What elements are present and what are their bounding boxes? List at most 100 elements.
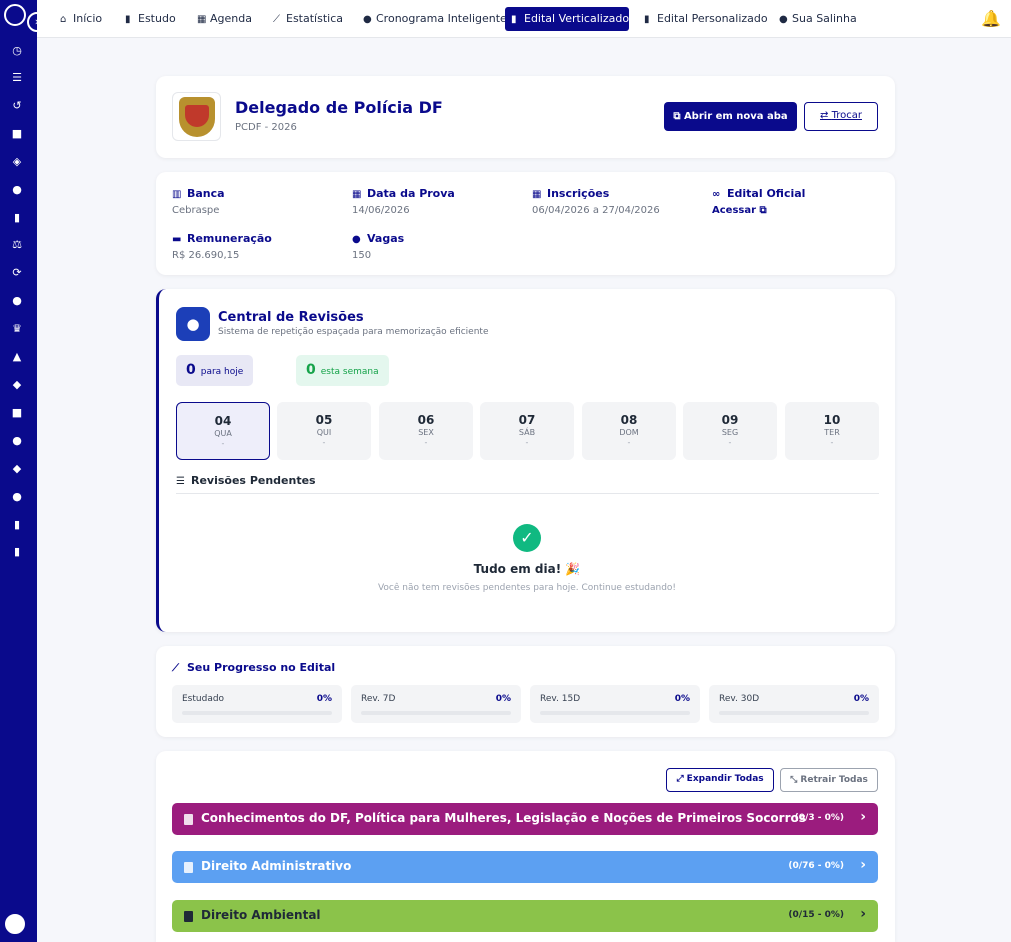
book-icon[interactable]: ▮	[10, 211, 24, 225]
users-icon: ●	[352, 234, 361, 245]
trophy-icon[interactable]: ♛	[10, 322, 24, 336]
chevron-right-icon: ›	[860, 906, 866, 922]
exam-info-card: ▥ Banca Cebraspe ▦ Data da Prova 14/06/202…	[156, 172, 895, 275]
expand-all-button[interactable]: ⤢ Expandir Todas	[666, 768, 774, 792]
calendar-check-icon: ▦	[532, 189, 542, 200]
progress-item: Rev. 30D 0%	[709, 685, 879, 723]
book-icon	[184, 911, 193, 922]
exam-header-card: Delegado de Polícia DF PCDF - 2026 ⧉ Abr…	[156, 76, 895, 158]
calendar-icon: ▦	[197, 14, 207, 25]
progress-bar	[361, 711, 511, 715]
bell-icon[interactable]: 🔔	[981, 10, 1001, 28]
layers-icon[interactable]: ◈	[10, 155, 24, 169]
chart-line-icon: ⟋	[172, 663, 179, 674]
bank-icon: ▥	[172, 189, 182, 200]
progress-bar	[719, 711, 869, 715]
today-count-badge: 0 para hoje	[176, 355, 254, 386]
brain-icon[interactable]: ●	[10, 183, 24, 197]
day-card[interactable]: 06 SEX -	[379, 402, 473, 460]
book-icon	[184, 862, 193, 873]
expand-icon: ⤢	[676, 774, 687, 784]
home-icon: ⌂	[60, 14, 67, 25]
info-remuneracao: ▬ Remuneração R$ 26.690,15	[172, 232, 272, 261]
collapse-icon: ⤡	[790, 775, 801, 785]
subjects-card: ⤢ Expandir Todas ⤡ Retrair Todas Conheci…	[156, 751, 895, 942]
progress-item: Rev. 15D 0%	[530, 685, 700, 723]
week-count-badge: 0 esta semana	[296, 355, 389, 386]
avatar[interactable]	[5, 914, 25, 934]
external-link-icon: ⧉	[759, 205, 767, 216]
page-subtitle: PCDF - 2026	[235, 122, 297, 133]
nav-estudo[interactable]: ▮ Estudo	[119, 7, 182, 31]
graduation-icon[interactable]: ▲	[10, 350, 24, 364]
document-icon[interactable]: ▮	[10, 518, 24, 532]
nav-agenda[interactable]: ▦ Agenda	[191, 7, 258, 31]
pending-reviews-title: ☰ Revisões Pendentes	[176, 474, 316, 487]
day-card[interactable]: 08 DOM -	[582, 402, 676, 460]
external-link-icon: ⧉	[673, 111, 684, 122]
review-center-subtitle: Sistema de repetição espaçada para memor…	[218, 327, 489, 337]
nav-edital-personalizado[interactable]: ▮ Edital Personalizado	[638, 7, 774, 31]
info-banca: ▥ Banca Cebraspe	[172, 187, 225, 216]
day-card[interactable]: 09 SEG -	[683, 402, 777, 460]
history-icon[interactable]: ↺	[10, 99, 24, 113]
link-icon: ∞	[712, 189, 721, 200]
chat-icon[interactable]: ●	[10, 294, 24, 308]
empty-state-title: Tudo em dia! 🎉	[473, 562, 581, 576]
subject-row[interactable]: Conhecimentos do DF, Política para Mulhe…	[172, 803, 878, 835]
progress-item: Rev. 7D 0%	[351, 685, 521, 723]
list-icon[interactable]: ☰	[10, 71, 24, 85]
list-check-icon: ☰	[176, 476, 185, 487]
review-center-card: ● Central de Revisões Sistema de repetiç…	[156, 289, 895, 632]
shapes-icon[interactable]: ◆	[10, 378, 24, 392]
nav-sua-salinha[interactable]: ● Sua Salinha	[773, 7, 863, 31]
sidebar: › ◷ ☰ ↺ ■ ◈ ● ▮ ⚖ ⟳ ● ♛ ▲ ◆ ■ ● ◆ ● ▮ ▮	[0, 0, 47, 942]
document-icon[interactable]: ▮	[10, 545, 24, 559]
progress-card: ⟋ Seu Progresso no Edital Estudado 0% Rev…	[156, 646, 895, 737]
divider	[176, 493, 879, 494]
info-inscricoes: ▦ Inscrições 06/04/2026 a 27/04/2026	[532, 187, 660, 216]
brain-icon: ●	[363, 14, 372, 25]
progress-bar	[182, 711, 332, 715]
note-icon[interactable]: ■	[10, 127, 24, 141]
page-title: Delegado de Polícia DF	[235, 98, 443, 117]
edital-access-link[interactable]: Acessar ⧉	[712, 205, 805, 216]
police-badge-image	[172, 92, 221, 141]
review-center-title: Central de Revisões	[218, 310, 364, 325]
info-edital-oficial: ∞ Edital Oficial Acessar ⧉	[712, 187, 806, 216]
users-icon: ●	[779, 14, 788, 25]
nav-estatistica[interactable]: ⟋ Estatística	[267, 7, 349, 31]
book-icon	[184, 814, 193, 825]
user-settings-icon[interactable]: ●	[10, 434, 24, 448]
nav-edital-verticalizado[interactable]: ▮ Edital Verticalizado	[505, 7, 629, 31]
day-card[interactable]: 10 TER -	[785, 402, 879, 460]
progress-bar	[540, 711, 690, 715]
nav-inicio[interactable]: ⌂ Início	[54, 7, 108, 31]
chevron-right-icon: ›	[860, 809, 866, 825]
switch-button[interactable]: ⇄ Trocar	[804, 102, 878, 131]
day-card[interactable]: 04 QUA -	[176, 402, 270, 460]
collapse-all-button[interactable]: ⤡ Retrair Todas	[780, 768, 878, 792]
brain-logo-icon[interactable]	[4, 4, 26, 26]
subject-row[interactable]: Direito Administrativo (0/76 - 0%) ›	[172, 851, 878, 883]
sync-icon[interactable]: ⟳	[10, 266, 24, 280]
day-card[interactable]: 07 SÁB -	[480, 402, 574, 460]
swap-icon: ⇄	[820, 110, 832, 121]
day-card[interactable]: 05 QUI -	[277, 402, 371, 460]
document-icon: ▮	[511, 14, 517, 25]
map-icon[interactable]: ◆	[10, 462, 24, 476]
progress-item: Estudado 0%	[172, 685, 342, 723]
calendar-icon: ▦	[352, 189, 362, 200]
money-icon: ▬	[172, 234, 182, 245]
users-icon[interactable]: ●	[10, 490, 24, 504]
info-data-prova: ▦ Data da Prova 14/06/2026	[352, 187, 455, 216]
check-circle-icon: ✓	[513, 524, 541, 552]
clock-icon[interactable]: ◷	[10, 44, 24, 58]
open-new-tab-button[interactable]: ⧉ Abrir em nova aba	[664, 102, 797, 131]
top-navigation: ⌂ Início ▮ Estudo ▦ Agenda ⟋ Estatística ● Cr…	[37, 0, 1011, 38]
subject-row[interactable]: Direito Ambiental (0/15 - 0%) ›	[172, 900, 878, 932]
book-icon: ▮	[125, 14, 131, 25]
robot-icon[interactable]: ■	[10, 406, 24, 420]
scale-icon[interactable]: ⚖	[10, 238, 24, 252]
nav-cronograma[interactable]: ● Cronograma Inteligente	[357, 7, 513, 31]
